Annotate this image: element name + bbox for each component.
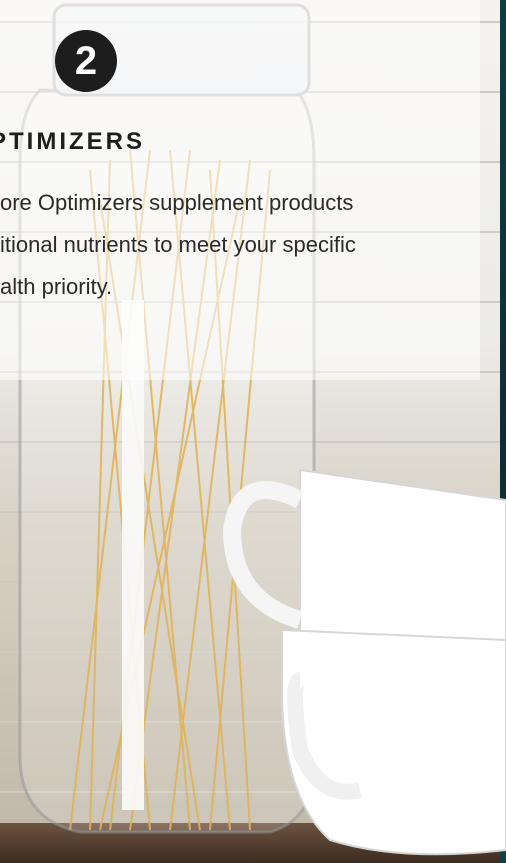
- section-heading: PTIMIZERS: [0, 128, 146, 155]
- description-line: itional nutrients to meet your specific: [0, 232, 356, 257]
- section-description: ore Optimizers supplement products ition…: [0, 182, 470, 308]
- step-number-badge: 2: [55, 30, 117, 92]
- description-line: ore Optimizers supplement products: [0, 190, 354, 215]
- description-line: alth priority.: [0, 274, 113, 299]
- background-photo: 2 PTIMIZERS ore Optimizers supplement pr…: [0, 0, 506, 863]
